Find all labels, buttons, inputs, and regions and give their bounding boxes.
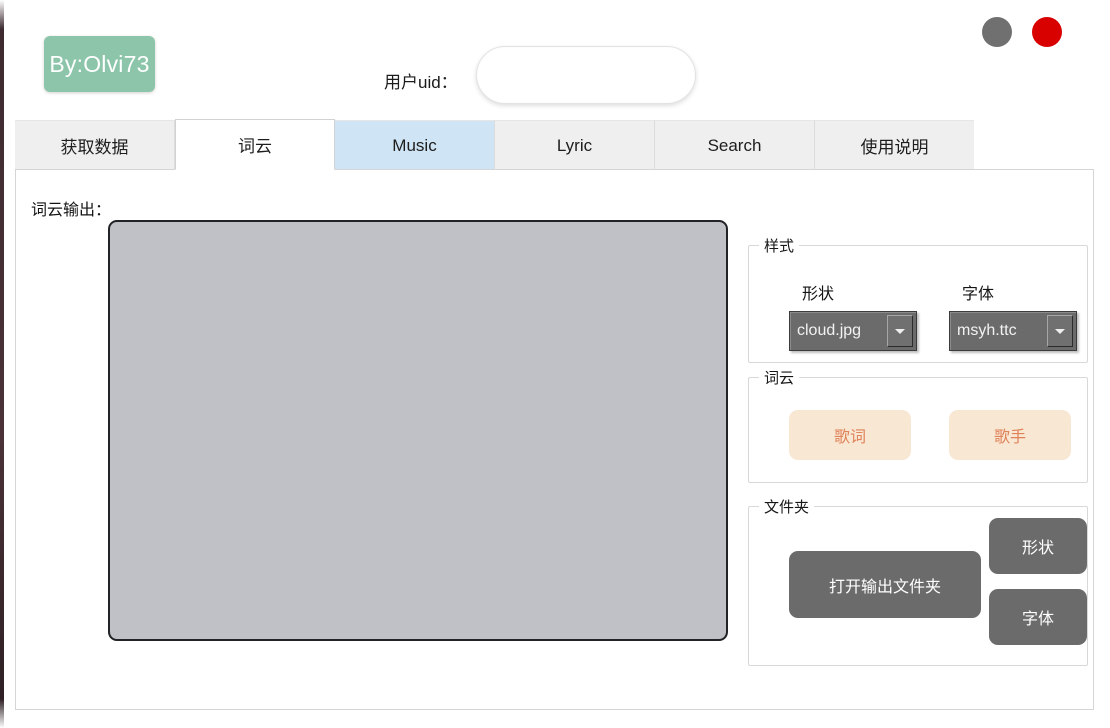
- tab-6[interactable]: 使用说明: [815, 120, 974, 170]
- font-field-label: 字体: [962, 280, 994, 304]
- folder-group: 文件夹 打开输出文件夹 形状 字体: [748, 506, 1088, 666]
- tab-label: 词云: [238, 132, 272, 157]
- chevron-down-icon[interactable]: [1047, 315, 1073, 347]
- generate-lyrics-cloud-button[interactable]: 歌词: [789, 410, 911, 460]
- open-output-folder-button[interactable]: 打开输出文件夹: [789, 551, 981, 618]
- wordcloud-preview-canvas[interactable]: [108, 220, 728, 641]
- brand-badge: By:Olvi73: [44, 36, 155, 92]
- shape-select-value: cloud.jpg: [790, 322, 887, 340]
- uid-input[interactable]: [476, 46, 696, 104]
- header-bar: By:Olvi73 用户uid：: [4, 0, 1110, 120]
- tab-label: Music: [392, 136, 436, 156]
- style-group-title: 样式: [759, 235, 799, 256]
- tab-bar: 获取数据 词云 Music Lyric Search 使用说明: [15, 120, 974, 170]
- generate-artist-cloud-button[interactable]: 歌手: [949, 410, 1071, 460]
- style-group: 样式 形状 字体 cloud.jpg msyh.ttc: [748, 245, 1088, 363]
- font-select-value: msyh.ttc: [950, 322, 1047, 340]
- tab-label: Lyric: [557, 136, 592, 156]
- tab-3[interactable]: Music: [335, 120, 495, 170]
- font-select[interactable]: msyh.ttc: [949, 311, 1077, 351]
- chevron-down-icon[interactable]: [887, 315, 913, 347]
- shape-field-label: 形状: [802, 280, 834, 304]
- content-panel: 词云输出： 样式 形状 字体 cloud.jpg msyh.ttc 词云 歌词 …: [15, 169, 1094, 710]
- wordcloud-group: 词云 歌词 歌手: [748, 377, 1088, 483]
- open-font-folder-button[interactable]: 字体: [989, 589, 1087, 645]
- brand-badge-label: By:Olvi73: [49, 51, 149, 78]
- application-window: By:Olvi73 用户uid： 获取数据词云MusicLyricSearch使…: [4, 0, 1110, 728]
- tab-2[interactable]: 词云: [175, 119, 335, 170]
- close-button[interactable]: [1032, 17, 1062, 47]
- tab-label: Search: [708, 136, 762, 156]
- tab-1[interactable]: 获取数据: [15, 120, 175, 170]
- wordcloud-output-label: 词云输出：: [31, 196, 111, 220]
- wordcloud-group-title: 词云: [759, 367, 799, 388]
- folder-group-title: 文件夹: [759, 496, 814, 517]
- tab-label: 使用说明: [861, 133, 929, 158]
- tab-label: 获取数据: [61, 133, 129, 158]
- uid-label: 用户uid：: [384, 68, 458, 93]
- tab-5[interactable]: Search: [655, 120, 815, 170]
- open-shape-folder-button[interactable]: 形状: [989, 518, 1087, 574]
- tab-4[interactable]: Lyric: [495, 120, 655, 170]
- shape-select[interactable]: cloud.jpg: [789, 311, 917, 351]
- minimize-button[interactable]: [982, 17, 1012, 47]
